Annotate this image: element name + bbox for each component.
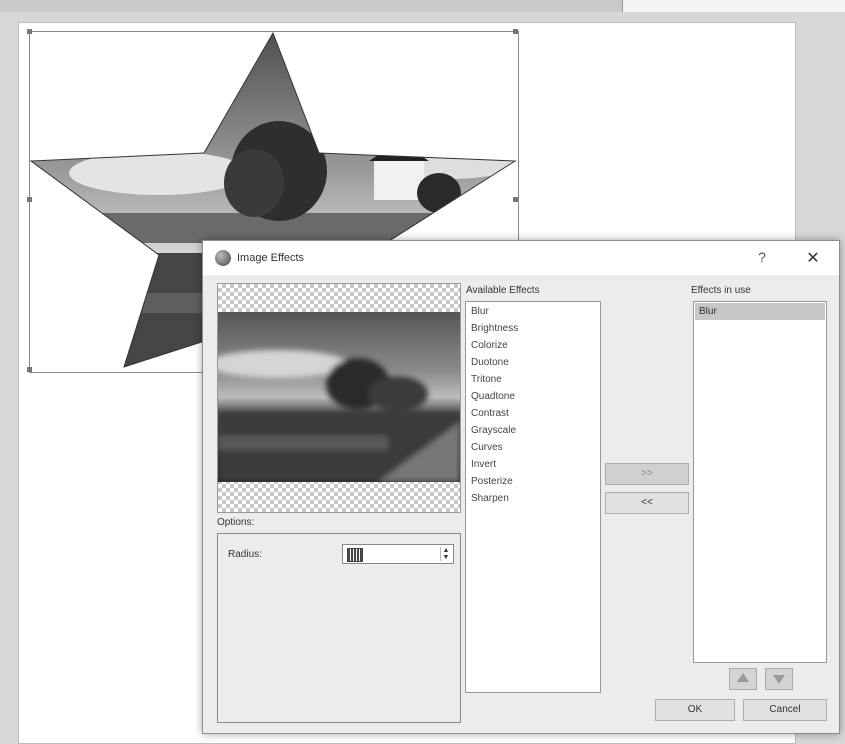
ruler-icon bbox=[347, 548, 363, 562]
list-item[interactable]: Duotone bbox=[471, 357, 509, 368]
list-item[interactable]: Invert bbox=[471, 459, 496, 470]
dialog-title: Image Effects bbox=[237, 252, 305, 264]
options-panel: Radius: ▲ ▼ bbox=[217, 533, 461, 723]
list-item[interactable]: Colorize bbox=[471, 340, 508, 351]
effects-in-use-list[interactable]: Blur bbox=[693, 301, 827, 663]
arrow-up-icon bbox=[737, 673, 749, 682]
list-item[interactable]: Curves bbox=[471, 442, 503, 453]
list-item[interactable]: Blur bbox=[471, 306, 489, 317]
list-item[interactable]: Quadtone bbox=[471, 391, 515, 402]
close-icon[interactable]: ✕ bbox=[801, 248, 825, 268]
options-label: Options: bbox=[217, 517, 255, 528]
image-effects-dialog: Image Effects ? ✕ Options: Radius: ▲ ▼ A… bbox=[202, 240, 840, 734]
top-panel bbox=[622, 0, 845, 12]
spin-arrows-icon[interactable]: ▲ ▼ bbox=[440, 547, 451, 561]
help-button[interactable]: ? bbox=[751, 249, 773, 267]
remove-effect-button[interactable]: << bbox=[605, 492, 689, 514]
add-effect-button[interactable]: >> bbox=[605, 463, 689, 485]
move-up-button[interactable] bbox=[729, 668, 757, 690]
preview-image bbox=[218, 312, 460, 482]
list-item[interactable]: Tritone bbox=[471, 374, 502, 385]
list-item[interactable]: Sharpen bbox=[471, 493, 509, 504]
available-effects-label: Available Effects bbox=[466, 285, 540, 296]
list-item[interactable]: Contrast bbox=[471, 408, 509, 419]
ok-button[interactable]: OK bbox=[655, 699, 735, 721]
radius-label: Radius: bbox=[228, 549, 262, 560]
image-effects-icon bbox=[215, 250, 231, 266]
list-item[interactable]: Grayscale bbox=[471, 425, 516, 436]
move-down-button[interactable] bbox=[765, 668, 793, 690]
list-item[interactable]: Blur bbox=[695, 303, 825, 320]
list-item[interactable]: Posterize bbox=[471, 476, 513, 487]
cancel-button[interactable]: Cancel bbox=[743, 699, 827, 721]
effect-preview bbox=[217, 283, 461, 513]
list-item[interactable]: Brightness bbox=[471, 323, 518, 334]
effects-in-use-label: Effects in use bbox=[691, 285, 751, 296]
arrow-down-icon bbox=[773, 675, 785, 684]
radius-spinbox[interactable]: ▲ ▼ bbox=[342, 544, 454, 564]
dialog-titlebar[interactable]: Image Effects ? ✕ bbox=[203, 241, 839, 275]
available-effects-list[interactable]: Blur Brightness Colorize Duotone Tritone… bbox=[465, 301, 601, 693]
